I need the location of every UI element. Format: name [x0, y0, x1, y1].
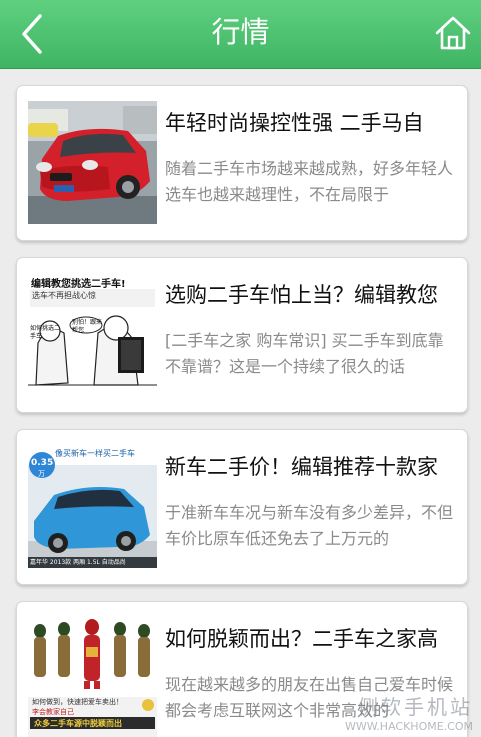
- article-thumbnail: 像买新车一样买二手车 0.35 万 嘉年华 2013款 两厢 1.5L 自动品尚: [28, 445, 157, 568]
- top-navigation-bar: 行情: [0, 0, 481, 69]
- article-title: 如何脱颖而出？二手车之家高: [165, 627, 438, 651]
- article-title: 年轻时尚操控性强 二手马自: [165, 111, 424, 135]
- thumb-caption-3: 众多二手车源中脱颖而出: [34, 719, 122, 728]
- article-summary: 于准新车车况与新车没有多少差异，不但车价比原车低还免去了上万元的: [165, 503, 454, 548]
- site-watermark: 侧软手机站 WWW.HACKHOME.COM: [345, 691, 473, 733]
- thumb-caption: 嘉年华 2013款 两厢 1.5L 自动品尚: [30, 559, 126, 566]
- home-icon: [435, 16, 471, 50]
- article-summary: [二手车之家 购车常识] 买二手车到底靠不靠谱？这是一个持续了很久的话: [165, 331, 444, 376]
- red-sedan-photo: [28, 101, 157, 224]
- watermark-en: WWW.HACKHOME.COM: [344, 720, 473, 733]
- article-list[interactable]: 年轻时尚操控性强 二手马自 随着二手车市场越来越成熟，好多年轻人选车也越来越理性…: [0, 68, 481, 737]
- thumb-bubble-left: 如何挑选二手车: [30, 325, 61, 340]
- thumb-price: 0.35: [31, 458, 54, 468]
- article-thumbnail: 编辑教您挑选二手车! 选车不再担战心惊 如何挑选二手车 别怕！跟来帮您: [28, 273, 157, 396]
- thumb-price-unit: 万: [38, 470, 45, 478]
- article-thumbnail: 如何做到，快速把爱车卖出！ 李会教家自己 众多二手车源中脱颖而出: [28, 617, 157, 737]
- page-title: 行情: [211, 15, 270, 49]
- home-button[interactable]: [434, 14, 472, 52]
- article-card[interactable]: 像买新车一样买二手车 0.35 万 嘉年华 2013款 两厢 1.5L 自动品尚…: [16, 429, 468, 585]
- article-title: 新车二手价！编辑推荐十款家: [165, 455, 438, 479]
- thumb-caption-2: 李会教家自己: [32, 708, 74, 716]
- thumb-banner: 像买新车一样买二手车: [55, 449, 135, 458]
- thumb-caption-1: 如何做到，快速把爱车卖出！: [32, 698, 123, 706]
- article-card[interactable]: 年轻时尚操控性强 二手马自 随着二手车市场越来越成熟，好多年轻人选车也越来越理性…: [16, 85, 468, 241]
- thumb-bubble-right: 别怕！跟来帮您: [72, 319, 103, 334]
- article-thumbnail: [28, 101, 157, 224]
- watermark-cn: 侧软手机站: [358, 695, 473, 719]
- article-summary: 随着二手车市场越来越成熟，好多年轻人选车也越来越理性，不在局限于: [165, 159, 454, 204]
- article-card[interactable]: 编辑教您挑选二手车! 选车不再担战心惊 如何挑选二手车 别怕！跟来帮您 选购二手…: [16, 257, 468, 413]
- thumb-subheading: 选车不再担战心惊: [32, 291, 96, 300]
- article-title: 选购二手车怕上当？编辑教您: [165, 283, 438, 307]
- thumb-heading: 编辑教您挑选二手车!: [31, 279, 126, 290]
